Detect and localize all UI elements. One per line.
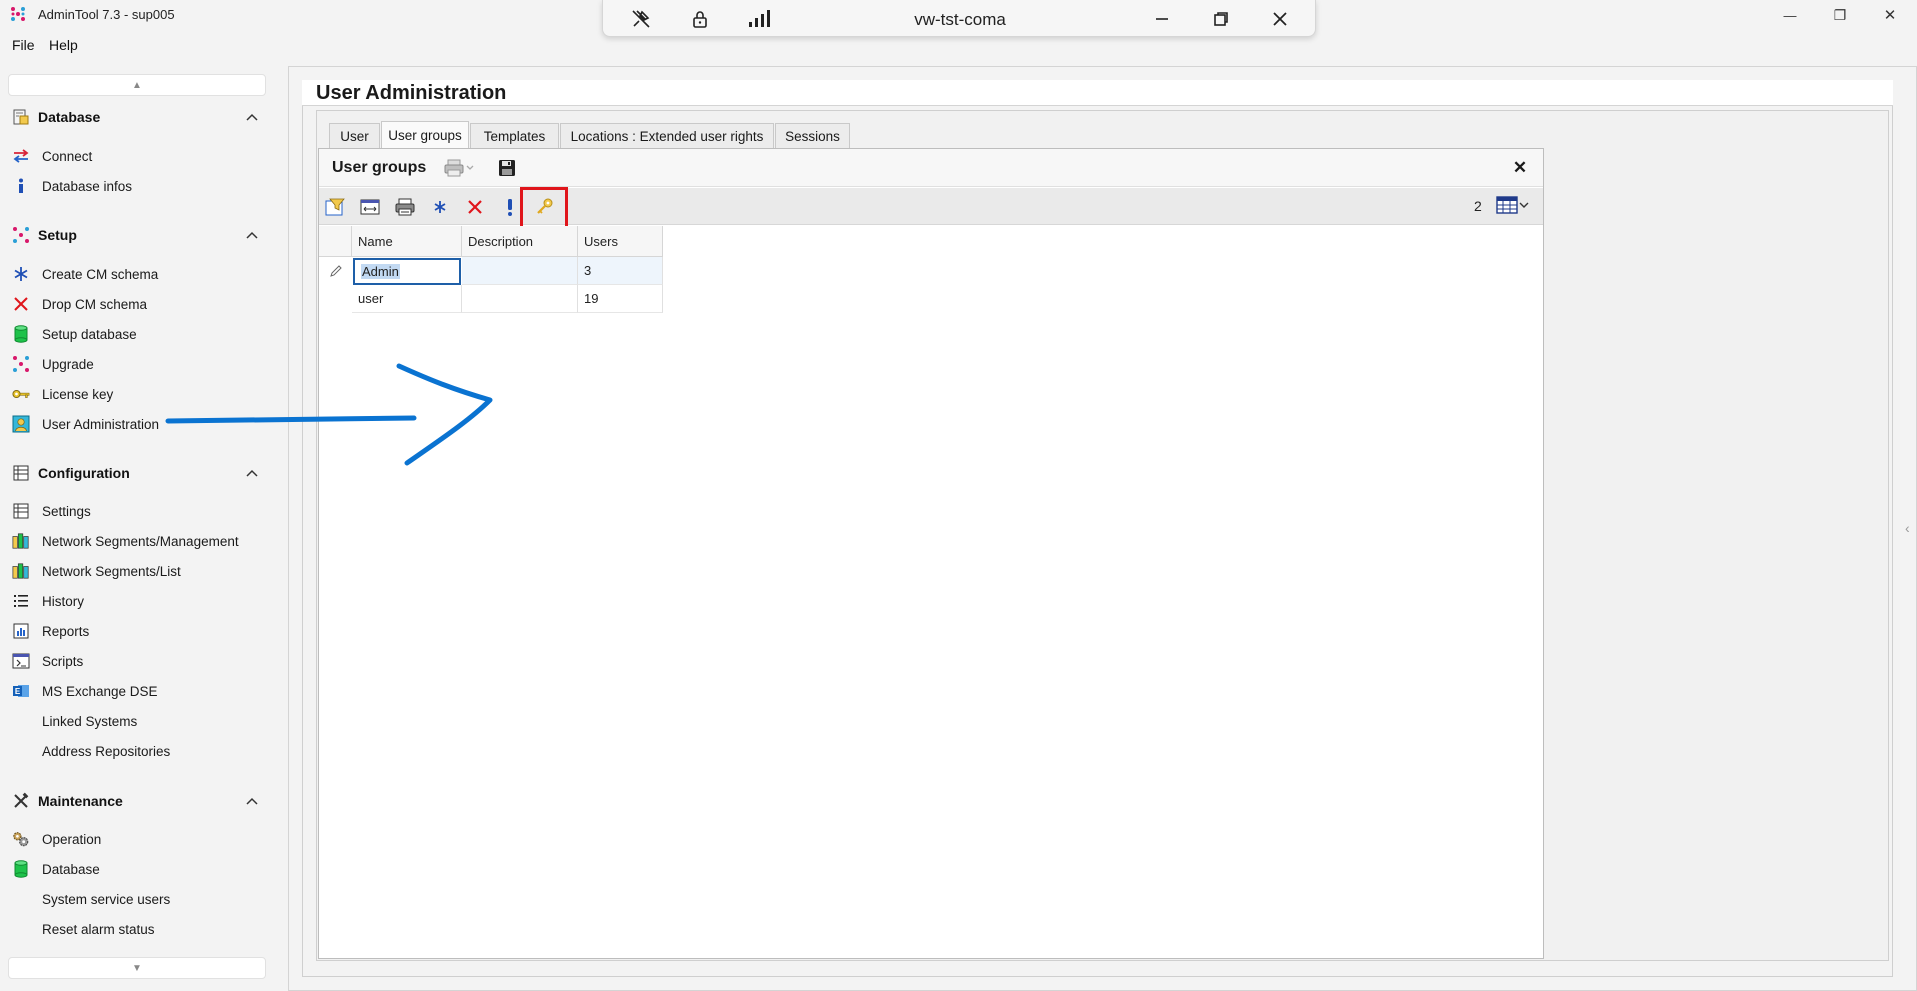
annotation-arrow-icon bbox=[165, 363, 493, 466]
chevron-left-icon[interactable]: ‹ bbox=[1905, 520, 1910, 536]
